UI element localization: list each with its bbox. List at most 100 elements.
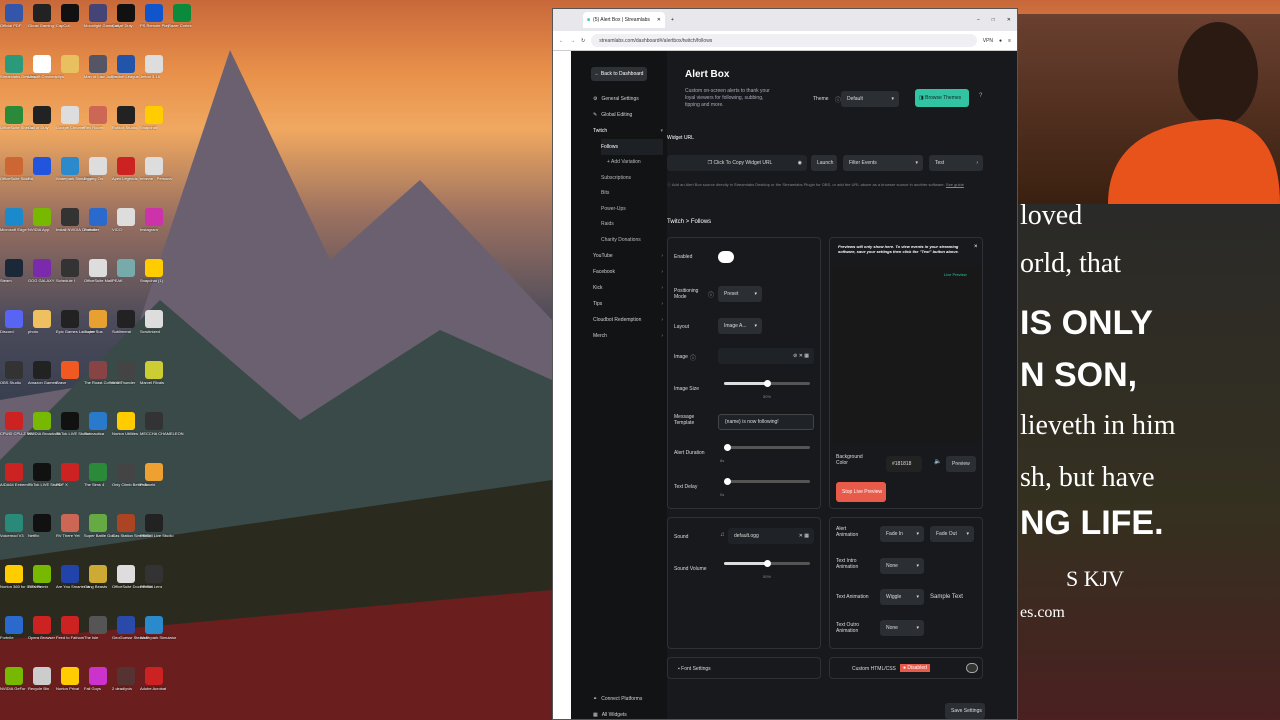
positioning-select[interactable]: Preset ▾ [718,286,762,302]
text-intro-select[interactable]: None ▾ [880,558,924,574]
desktop-icon[interactable]: CPUID CPU-Z MSI [0,412,34,436]
desktop-icon[interactable]: Fortnite [84,208,112,232]
desktop-icon[interactable]: Call of Duty [28,106,56,130]
desktop-icon[interactable]: Snapchat [140,106,168,130]
image-size-slider[interactable] [724,380,810,387]
sidebar-item-platform[interactable]: YouTube › [593,248,665,264]
text-outro-select[interactable]: None ▾ [880,620,924,636]
sound-volume-slider[interactable] [724,560,810,567]
back-to-dashboard-button[interactable]: ← Back to Dashboard [591,67,647,81]
sidebar-item-global[interactable]: ✎ Global Editing [593,107,665,123]
close-icon[interactable]: ✕ [657,17,661,23]
desktop-icon[interactable]: PEAK [112,259,140,283]
desktop-icon[interactable]: Waterpark Simulator [140,616,176,640]
font-settings-row[interactable]: ▪ Font Settings [667,657,821,679]
sidebar-item-twitch[interactable]: Twitch ▾ [593,123,665,139]
desktop-icon[interactable]: Feed to Fathom [56,616,84,640]
sound-file-select[interactable]: default.ogg ✕ ▦ [728,528,814,544]
desktop-icon[interactable]: Opera Browser [28,616,56,640]
desktop-icon[interactable]: PRISM Live Studio [140,514,174,538]
back-icon[interactable]: ← [559,38,564,44]
desktop-icon[interactable]: EA [28,157,56,181]
desktop-icon[interactable]: clips [56,55,84,79]
desktop-icon[interactable]: Subnautica [84,412,112,436]
desktop-icon[interactable]: RV There Yet [56,514,84,538]
custom-css-row[interactable]: Custom HTML/CSS ● Disabled [829,657,983,679]
desktop-icon[interactable]: Official PDF [0,4,28,28]
desktop-icon[interactable]: Gas Station Simulator [112,514,151,538]
preview-button[interactable]: Preview [946,456,976,472]
desktop-icon[interactable]: OBS Studio [0,361,28,385]
desktop-icon[interactable]: Microsoft Edge [0,208,28,232]
close-icon[interactable]: × [974,244,978,250]
desktop-icon[interactable]: Razer Cortex [168,4,196,28]
desktop-icon[interactable]: War Thunder [112,361,140,385]
browse-themes-button[interactable]: ◨ Browse Themes [915,89,969,107]
desktop-icon[interactable]: Call of Duty [112,4,140,28]
sidebar-item-all-widgets[interactable]: ▦ All Widgets [593,707,665,720]
desktop-icon[interactable]: Ghost Gaming [28,4,56,28]
save-settings-button[interactable]: Save Settings [945,703,985,719]
alert-duration-slider[interactable] [724,444,810,451]
desktop-icon[interactable]: Adobe Acrobat [140,667,168,691]
desktop-icon[interactable]: TikTok LIVE Studio [56,412,90,436]
desktop-icon[interactable]: The Sims 4 [84,463,112,487]
desktop-icon[interactable]: photo [28,310,56,334]
desktop-icon[interactable]: Streamlabs Desktop [0,55,36,79]
desktop-icon[interactable]: TikTok LIVE Studio [28,463,62,487]
sidebar-sub-item[interactable]: Raids [601,217,667,233]
sidebar-item-extra[interactable]: Tips › [593,296,665,312]
desktop-icon[interactable]: Moonlight Gameplay [84,4,121,28]
desktop-icon[interactable]: Discord [0,310,28,334]
message-template-input[interactable]: {name} is now following! [718,414,814,430]
desktop-icon[interactable]: Rocket League [112,55,140,79]
layout-select[interactable]: Image A... ▾ [718,318,762,334]
vpn-badge[interactable]: VPN [983,38,993,44]
sidebar-sub-item[interactable]: Follows [601,139,663,155]
help-icon[interactable]: ? [979,93,982,99]
sidebar-item-connect[interactable]: ⚭ Connect Platforms [593,691,665,707]
new-tab-icon[interactable]: + [671,17,674,23]
desktop-icon[interactable]: Instagram [140,208,168,232]
desktop-icon[interactable]: Rec Room [84,106,112,130]
desktop-icon[interactable]: MECCHA CHAMELEON [140,412,184,436]
browser-tab[interactable]: ■ (5) Alert Box | Streamlabs ✕ [583,12,665,28]
desktop-icon[interactable]: OfficeSuite Sheets [0,106,33,130]
desktop-icon[interactable]: Fall Guys [84,667,112,691]
desktop-icon[interactable]: Egging On [84,157,112,181]
sidebar-sub-item[interactable]: Bits [601,186,667,202]
enabled-toggle[interactable] [718,251,734,263]
desktop-icon[interactable]: Are You Smarter th [56,565,90,589]
sidebar-sub-item[interactable]: Subscriptions [601,170,667,186]
desktop-icon[interactable]: Jetton 3-16 [140,55,168,79]
desktop-icon[interactable]: Norton Utilities [112,412,140,436]
text-animation-select[interactable]: Wiggle ▾ [880,589,924,605]
desktop-icon[interactable]: Netflix [28,514,56,538]
sidebar-sub-item[interactable]: Power-Ups [601,201,667,217]
desktop-icon[interactable]: Amazon Games [28,361,57,385]
desktop-icon[interactable]: Install NVIDIA Controller [56,208,99,232]
desktop-icon[interactable]: Only Climb Better To [112,463,149,487]
sound-icon[interactable]: 🔈 [934,458,941,465]
launch-button[interactable]: Launch [811,155,837,171]
desktop-icon[interactable]: Waterpark Simulator [56,157,92,181]
sidebar-sub-item[interactable]: + Add Variation [607,155,667,171]
test-button[interactable]: Test › [929,155,983,171]
see-guide-link[interactable]: See guide [946,182,964,187]
desktop-icon[interactable]: Apex Legends [112,157,140,181]
desktop-icon[interactable]: Recycle Bin [28,667,56,691]
desktop-icon[interactable]: NVIDIA GeFor [0,667,28,691]
minimize-icon[interactable]: – [977,17,980,23]
desktop-icon[interactable]: The Isle [84,616,112,640]
desktop-icon[interactable]: Man of Law Judge [84,55,117,79]
stop-live-preview-button[interactable]: Stop Live Preview [836,482,886,502]
desktop-icon[interactable]: OfficeSuite Mail [84,259,112,283]
desktop-icon[interactable]: VICO [112,208,140,232]
copy-widget-url-button[interactable]: ❐ Click To Copy Widget URL ◉ [667,155,807,171]
desktop-icon[interactable]: GOG GALAXY [28,259,56,283]
desktop-icon[interactable]: RTX Remix [28,565,56,589]
desktop-icon[interactable]: NVIDIA App [28,208,56,232]
desktop-icon[interactable]: Fortnite [0,616,28,640]
custom-css-toggle[interactable] [966,663,978,673]
desktop-icon[interactable]: CapCut [56,4,84,28]
